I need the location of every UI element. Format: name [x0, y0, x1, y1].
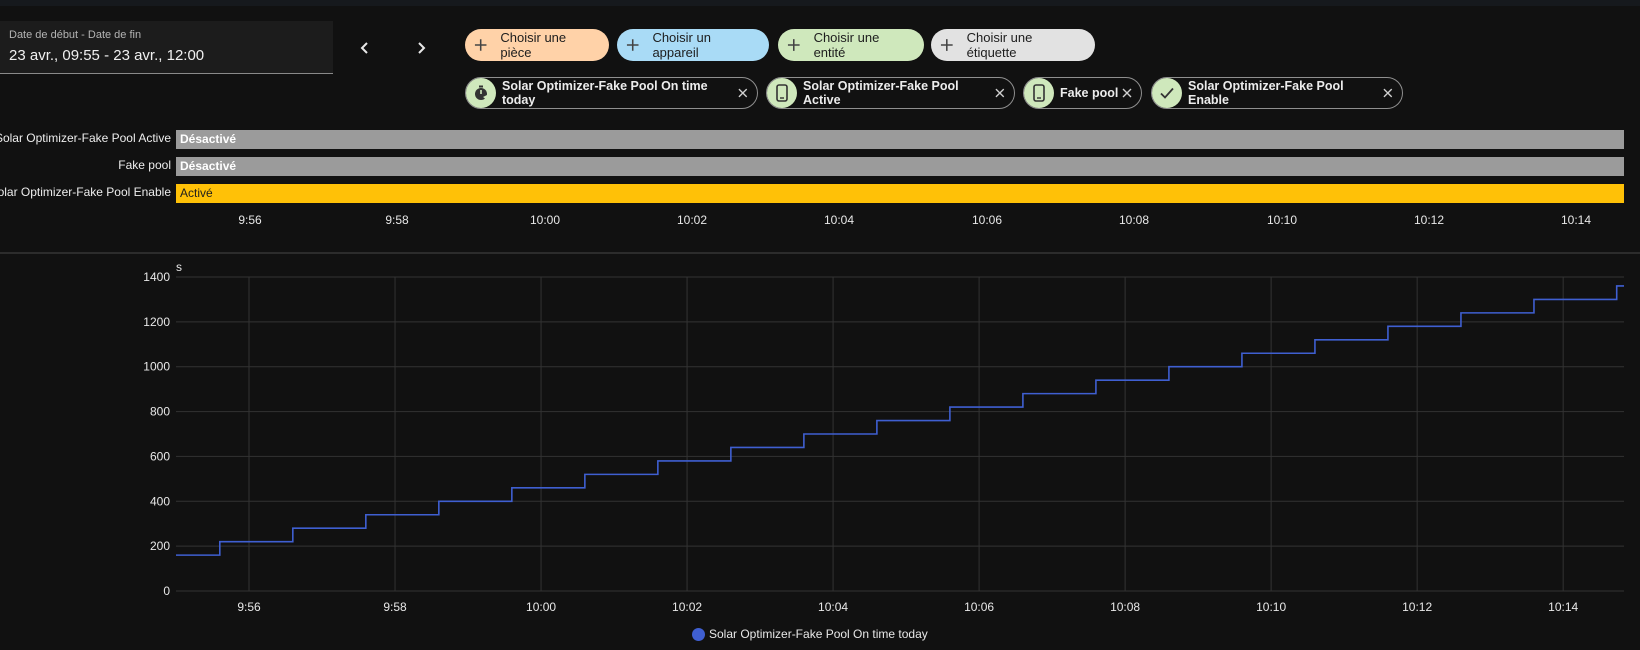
x-tick-label: 10:00	[526, 600, 556, 614]
previous-range-button[interactable]	[351, 34, 379, 62]
date-range-label: Date de début - Date de fin	[9, 29, 142, 41]
timeline-tick: 10:02	[676, 213, 708, 227]
y-unit-label: s	[176, 260, 182, 274]
legend-label: Solar Optimizer-Fake Pool On time today	[709, 627, 928, 641]
y-tick-label: 1000	[143, 360, 170, 374]
y-tick-label: 800	[150, 405, 170, 419]
pick-room-label: Choisir une pièce	[500, 30, 567, 60]
chevron-right-icon	[418, 42, 426, 54]
timeline-label-pool-enable: Solar Optimizer-Fake Pool Enable	[0, 185, 171, 199]
x-tick-label: 10:04	[818, 600, 848, 614]
close-icon[interactable]	[1382, 87, 1394, 99]
on-time-chart[interactable]: 0 200 400 600 800 1000 1200 1400 9:56 9:58 10:00 10…	[0, 256, 1640, 616]
chart-legend-item[interactable]: Solar Optimizer-Fake Pool On time today	[692, 627, 928, 641]
plus-icon	[787, 39, 800, 51]
y-tick-label: 200	[150, 539, 170, 553]
top-bar	[0, 0, 1640, 6]
timeline-tick: 9:56	[238, 213, 262, 227]
x-tick-label: 10:08	[1110, 600, 1140, 614]
x-tick-label: 10:12	[1402, 600, 1432, 614]
pick-label-label: Choisir une étiquette	[966, 30, 1033, 60]
x-tick-label: 10:14	[1548, 600, 1578, 614]
x-tick-label: 10:06	[964, 600, 994, 614]
chip-label: Fake pool	[1060, 86, 1119, 100]
x-tick-label: 9:56	[237, 600, 261, 614]
timeline-tick: 10:06	[971, 213, 1003, 227]
timeline-tick: 10:12	[1413, 213, 1445, 227]
plus-icon	[626, 39, 639, 51]
pick-room-button[interactable]: Choisir une pièce	[465, 29, 609, 61]
pick-entity-button[interactable]: Choisir une entité	[778, 29, 924, 61]
timer-icon	[466, 78, 496, 108]
chip-label: Solar Optimizer-Fake Pool On time today	[502, 79, 708, 107]
timeline-tick: 10:10	[1266, 213, 1298, 227]
entity-chip-on-time-today[interactable]: Solar Optimizer-Fake Pool On time today	[465, 77, 758, 109]
timeline-tick: 10:04	[823, 213, 855, 227]
check-icon	[1152, 78, 1182, 108]
entity-chip-pool-enable[interactable]: Solar Optimizer-Fake Pool Enable	[1151, 77, 1403, 109]
y-tick-label: 600	[150, 449, 170, 463]
pick-entity-label: Choisir une entité	[813, 30, 880, 60]
close-icon[interactable]	[994, 87, 1006, 99]
timeline-bar-pool-enable[interactable]: Activé	[176, 184, 1624, 203]
timeline-tick: 9:58	[385, 213, 409, 227]
series-line	[176, 285, 1624, 556]
pick-label-button[interactable]: Choisir une étiquette	[931, 29, 1095, 61]
device-icon	[1024, 78, 1054, 108]
plus-icon	[940, 39, 953, 51]
timeline-bar-fake-pool[interactable]: Désactivé	[176, 157, 1624, 176]
entity-chip-pool-active[interactable]: Solar Optimizer-Fake Pool Active	[766, 77, 1015, 109]
timeline-tick: 10:14	[1560, 213, 1592, 227]
date-range-value: 23 avr., 09:55 - 23 avr., 12:00	[9, 47, 205, 64]
chip-label: Solar Optimizer-Fake Pool Enable	[1188, 79, 1344, 107]
y-tick-label: 400	[150, 494, 170, 508]
date-range-picker[interactable]: Date de début - Date de fin 23 avr., 09:…	[0, 21, 333, 74]
legend-dot	[692, 627, 705, 641]
pick-device-label: Choisir un appareil	[652, 30, 711, 60]
close-icon[interactable]	[1121, 87, 1133, 99]
timeline-tick: 10:00	[529, 213, 561, 227]
x-tick-label: 9:58	[383, 600, 407, 614]
device-icon	[767, 78, 797, 108]
timeline-tick: 10:08	[1118, 213, 1150, 227]
y-tick-label: 1400	[143, 270, 170, 284]
chip-label: Solar Optimizer-Fake Pool Active	[803, 79, 959, 107]
section-divider	[0, 252, 1640, 254]
y-tick-label: 0	[163, 584, 170, 598]
pick-device-button[interactable]: Choisir un appareil	[617, 29, 769, 61]
chevron-left-icon	[360, 42, 368, 54]
timeline-label-fake-pool: Fake pool	[118, 158, 171, 172]
y-tick-label: 1200	[143, 315, 170, 329]
entity-chip-fake-pool[interactable]: Fake pool	[1023, 77, 1142, 109]
close-icon[interactable]	[737, 87, 749, 99]
timeline-bar-pool-active[interactable]: Désactivé	[176, 130, 1624, 149]
plus-icon	[474, 39, 487, 51]
x-tick-label: 10:10	[1256, 600, 1286, 614]
next-range-button[interactable]	[407, 34, 435, 62]
x-tick-label: 10:02	[672, 600, 702, 614]
timeline-label-pool-active: Solar Optimizer-Fake Pool Active	[0, 131, 171, 145]
